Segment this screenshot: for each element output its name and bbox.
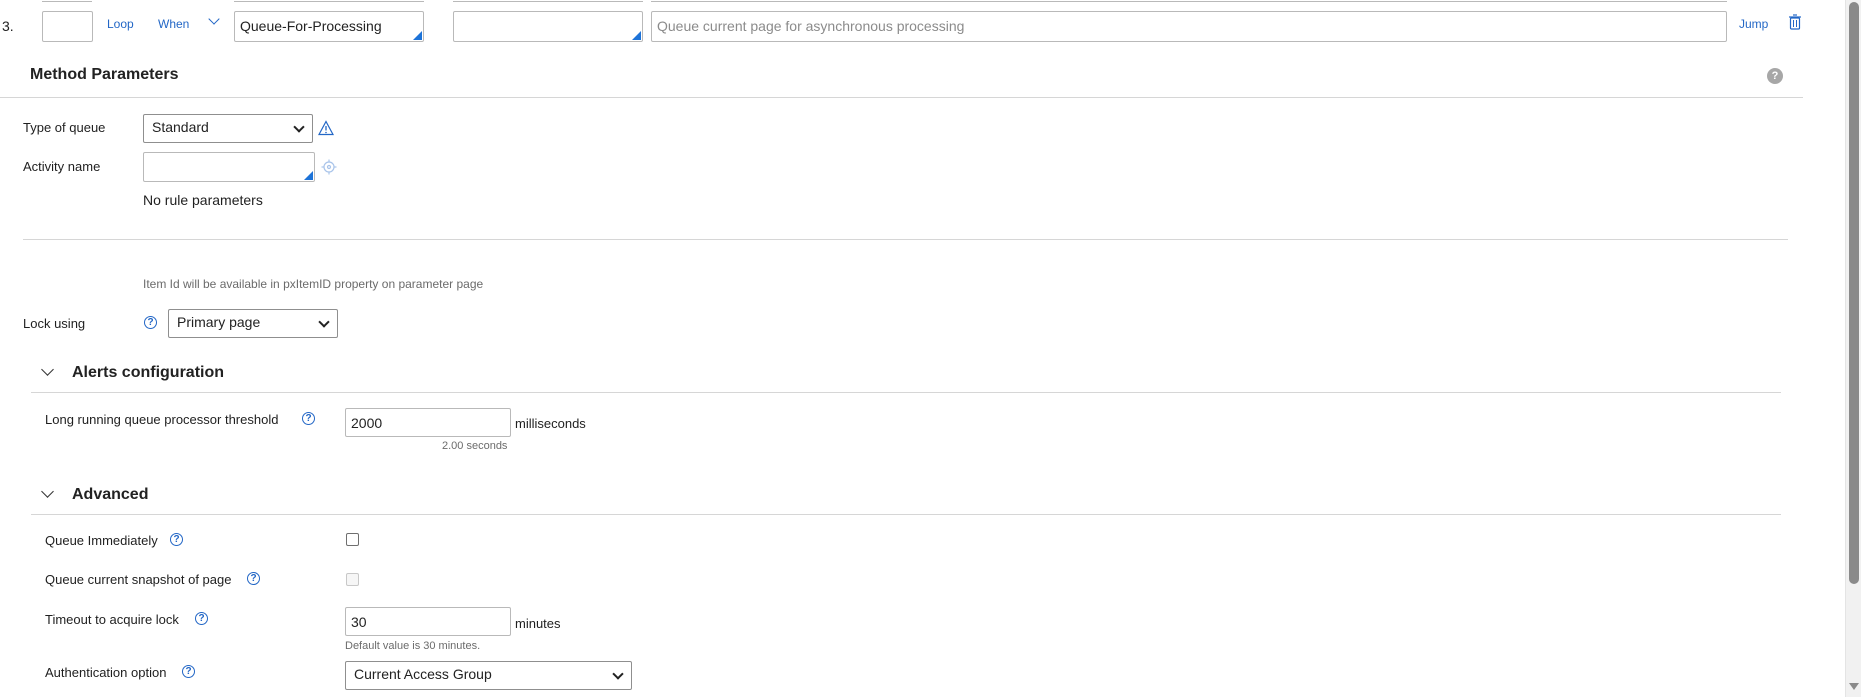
authentication-option-value: Current Access Group	[354, 666, 492, 682]
chevron-down-icon	[612, 668, 624, 680]
expand-chevron-icon[interactable]	[208, 13, 220, 25]
lock-using-select[interactable]: Primary page	[168, 309, 338, 338]
trash-icon[interactable]	[1788, 14, 1802, 30]
warning-icon	[317, 120, 335, 136]
alerts-configuration-title[interactable]: Alerts configuration	[72, 364, 224, 382]
advanced-title[interactable]: Advanced	[72, 486, 148, 504]
help-icon[interactable]: ?	[170, 533, 183, 546]
description-input[interactable]: Queue current page for asynchronous proc…	[651, 11, 1727, 42]
jump-link[interactable]: Jump	[1739, 17, 1768, 31]
queue-immediately-label: Queue Immediately	[45, 533, 158, 548]
authentication-option-label: Authentication option	[45, 665, 167, 680]
advanced-divider	[31, 514, 1781, 515]
threshold-unit: milliseconds	[515, 416, 586, 431]
loop-link[interactable]: Loop	[107, 17, 134, 31]
chevron-down-icon	[318, 316, 330, 328]
threshold-hint: 2.00 seconds	[442, 440, 508, 452]
queue-immediately-checkbox[interactable]	[346, 533, 359, 546]
no-rule-parameters-text: No rule parameters	[143, 192, 263, 208]
scrollbar-thumb[interactable]	[1849, 2, 1859, 584]
chevron-down-icon	[293, 121, 305, 133]
when-link[interactable]: When	[158, 17, 189, 31]
threshold-input[interactable]: 2000	[345, 408, 511, 437]
timeout-unit: minutes	[515, 616, 561, 631]
timeout-hint: Default value is 30 minutes.	[345, 640, 481, 652]
step-page-input[interactable]	[453, 11, 643, 42]
help-icon[interactable]: ?	[144, 316, 157, 329]
step-number: 3.	[2, 18, 14, 34]
section-divider	[0, 97, 1803, 98]
help-icon[interactable]: ?	[247, 572, 260, 585]
type-of-queue-value: Standard	[152, 119, 209, 135]
queue-snapshot-checkbox[interactable]	[346, 573, 359, 586]
scrollbar-track[interactable]	[1845, 0, 1861, 697]
item-id-hint: Item Id will be available in pxItemID pr…	[143, 277, 484, 291]
help-icon[interactable]: ?	[302, 412, 315, 425]
timeout-label: Timeout to acquire lock	[45, 612, 179, 627]
step-label-input[interactable]	[42, 11, 93, 42]
help-icon[interactable]: ?	[182, 665, 195, 678]
params-divider	[23, 239, 1788, 240]
threshold-label: Long running queue processor threshold	[45, 412, 279, 427]
help-icon[interactable]: ?	[195, 612, 208, 625]
method-parameters-title: Method Parameters	[30, 66, 179, 83]
activity-name-label: Activity name	[23, 159, 101, 174]
collapse-chevron-icon[interactable]	[41, 363, 54, 376]
timeout-input[interactable]: 30	[345, 607, 511, 636]
activity-name-input[interactable]	[143, 152, 315, 182]
help-icon[interactable]: ?	[1767, 68, 1783, 84]
crosshair-icon[interactable]	[321, 159, 337, 175]
type-of-queue-select[interactable]: Standard	[143, 114, 313, 143]
authentication-option-select[interactable]: Current Access Group	[345, 661, 632, 690]
previous-row-fragment	[234, 0, 424, 2]
scroll-down-arrow-icon[interactable]	[1849, 683, 1859, 690]
queue-snapshot-label: Queue current snapshot of page	[45, 572, 232, 587]
previous-row-fragment	[651, 0, 1727, 2]
collapse-chevron-icon[interactable]	[41, 485, 54, 498]
alerts-divider	[31, 392, 1781, 393]
type-of-queue-label: Type of queue	[23, 120, 106, 135]
lock-using-value: Primary page	[177, 314, 261, 330]
previous-row-fragment	[453, 0, 643, 2]
method-input[interactable]: Queue-For-Processing	[234, 11, 424, 42]
previous-row-fragment	[42, 0, 92, 2]
lock-using-label: Lock using	[23, 316, 86, 331]
